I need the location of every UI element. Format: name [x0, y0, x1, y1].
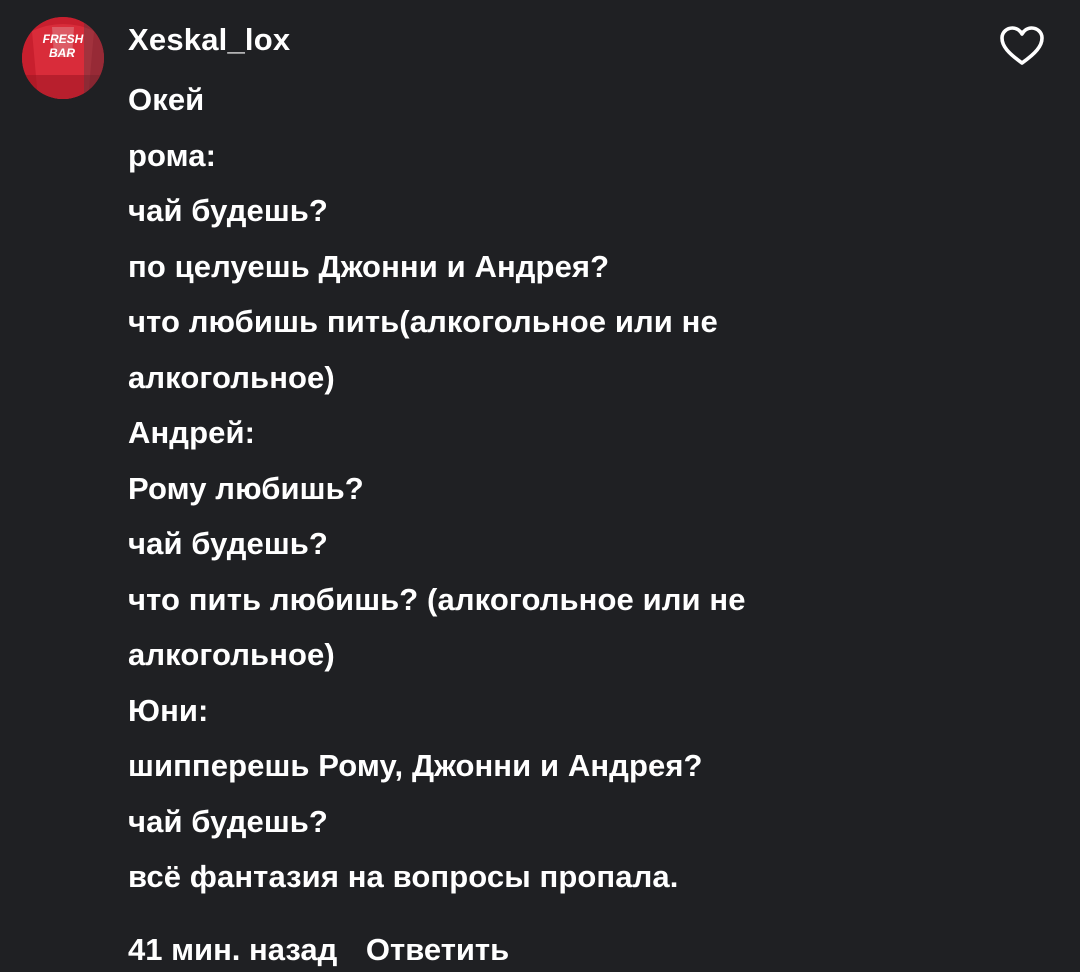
comment-timestamp: 41 мин. назад [128, 932, 338, 967]
comment-line: Рому любишь? [128, 470, 364, 506]
heart-outline-icon [1000, 26, 1044, 65]
comment-line: алкогольное) [128, 637, 335, 672]
comment-line: чай будешь? [128, 526, 328, 561]
comment-body: Окей рома: чай будешь? по целуешь Джонни… [128, 72, 1028, 905]
like-button[interactable] [998, 25, 1046, 67]
comment-line: шипперешь Рому, Джонни и Андрея? [128, 748, 703, 783]
comment-meta: 41 мин. назад Ответить [128, 928, 509, 972]
comment-line: по целуешь Джонни и Андрея? [128, 248, 610, 284]
avatar[interactable]: FRESH BAR [22, 17, 104, 99]
avatar-image: FRESH BAR [22, 17, 104, 99]
reply-button[interactable]: Ответить [366, 932, 509, 967]
comment-item: FRESH BAR Xeskal_lox Окей рома: чай буде… [0, 0, 1080, 972]
svg-text:FRESH: FRESH [43, 32, 84, 46]
svg-text:BAR: BAR [49, 46, 75, 60]
comment-line: чай будешь? [128, 193, 328, 228]
comment-line: всё фантазия на вопросы пропала. [128, 859, 679, 894]
comment-line: Юни: [128, 692, 209, 728]
comment-line: чай будешь? [128, 803, 328, 839]
comment-line: Окей [128, 82, 205, 117]
comment-username[interactable]: Xeskal_lox [128, 20, 290, 60]
comment-line: что любишь пить(алкогольное или не [128, 304, 718, 339]
comment-line: рома: [128, 137, 217, 173]
comment-line: что пить любишь? (алкогольное или не [128, 581, 746, 617]
comment-line: алкогольное) [128, 359, 335, 395]
comment-line: Андрей: [128, 415, 256, 450]
